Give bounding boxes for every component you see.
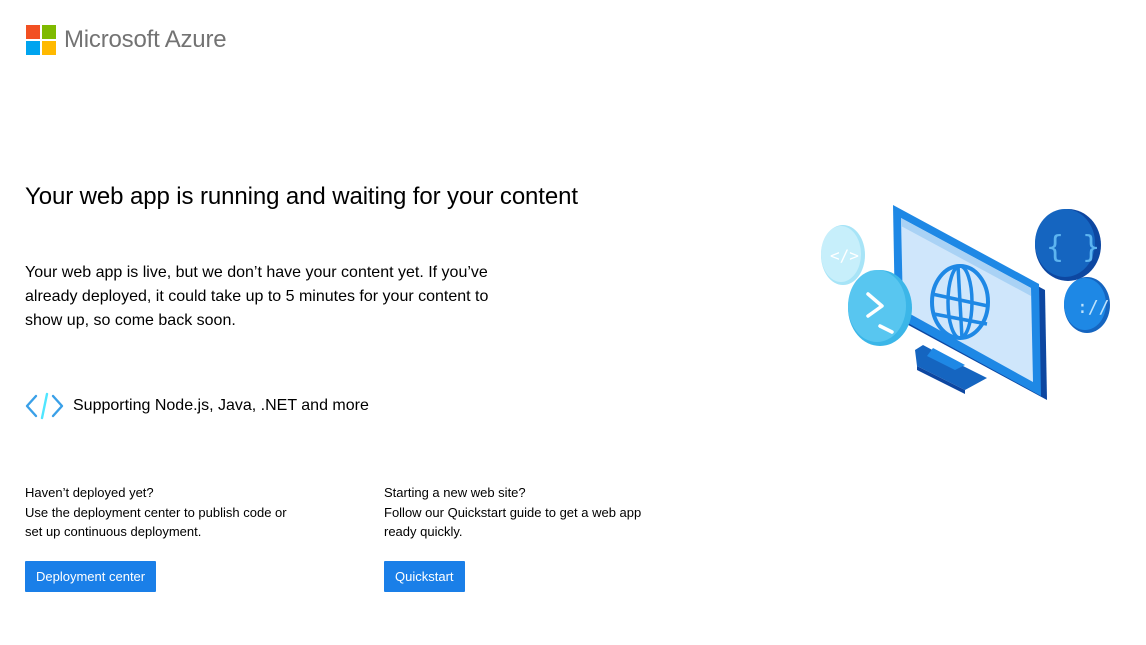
quickstart-button[interactable]: Quickstart bbox=[384, 561, 465, 592]
supported-stacks: Supporting Node.js, Java, .NET and more bbox=[25, 391, 369, 421]
quickstart-question: Starting a new web site? bbox=[384, 485, 526, 500]
deploy-question: Haven’t deployed yet? bbox=[25, 485, 154, 500]
deploy-section: Haven’t deployed yet? Use the deployment… bbox=[25, 483, 295, 542]
svg-text:{ }: { } bbox=[1046, 230, 1100, 265]
intro-text: Your web app is live, but we don’t have … bbox=[25, 264, 489, 329]
quickstart-description: Follow our Quickstart guide to get a web… bbox=[384, 504, 642, 540]
svg-text:://: :// bbox=[1077, 297, 1110, 318]
svg-text:</>: </> bbox=[830, 246, 859, 265]
microsoft-azure-logo: Microsoft Azure bbox=[26, 25, 227, 55]
brand-name: Microsoft Azure bbox=[64, 26, 227, 53]
supported-stacks-text: Supporting Node.js, Java, .NET and more bbox=[73, 397, 369, 414]
microsoft-logo-icon bbox=[26, 25, 56, 55]
page: Microsoft Azure Your web app is running … bbox=[0, 0, 1146, 645]
quickstart-section: Starting a new web site? Follow our Quic… bbox=[384, 483, 644, 542]
page-title: Your web app is running and waiting for … bbox=[25, 183, 578, 210]
deployment-center-button[interactable]: Deployment center bbox=[25, 561, 157, 592]
code-brackets-icon bbox=[25, 392, 64, 420]
monitor-globe-illustration: </> { } :// bbox=[821, 205, 1110, 400]
deploy-description: Use the deployment center to publish cod… bbox=[25, 504, 287, 540]
